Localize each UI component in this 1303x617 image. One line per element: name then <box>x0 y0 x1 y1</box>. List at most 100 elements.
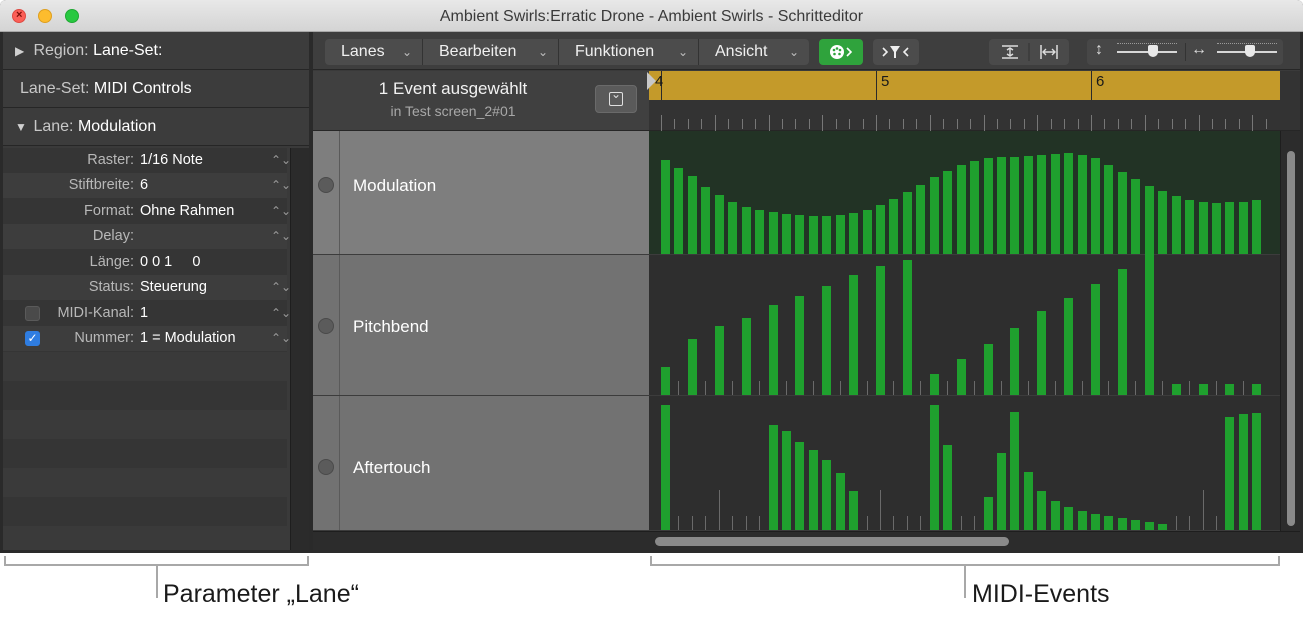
midi-event-bar[interactable] <box>1131 520 1140 530</box>
vertical-scroll-thumb[interactable] <box>1287 151 1295 526</box>
midi-event-bar[interactable] <box>984 497 993 530</box>
lane-events-pitchbend[interactable] <box>649 254 1280 396</box>
stepper-icon[interactable]: ⌃⌄ <box>271 148 291 173</box>
param-status[interactable]: Status: Steuerung ⌃⌄ <box>3 275 291 300</box>
param-value[interactable]: 0 0 1 0 <box>140 250 200 275</box>
vertical-scrollbar[interactable] <box>1280 131 1300 531</box>
midi-event-bar[interactable] <box>742 318 751 395</box>
param-value[interactable]: 1/16 Note <box>140 148 203 173</box>
midi-event-bar[interactable] <box>984 344 993 395</box>
lane-led-icon[interactable] <box>318 177 334 193</box>
lane-led-icon[interactable] <box>318 318 334 334</box>
midi-event-bar[interactable] <box>889 199 898 254</box>
midi-event-bar[interactable] <box>1145 254 1154 395</box>
midi-event-bar[interactable] <box>795 296 804 395</box>
stepper-icon[interactable]: ⌃⌄ <box>271 199 291 224</box>
midi-event-bar[interactable] <box>997 453 1006 530</box>
midi-event-bar[interactable] <box>1091 284 1100 395</box>
midi-event-bar[interactable] <box>1010 328 1019 395</box>
lane-header-modulation[interactable]: Modulation <box>313 131 649 255</box>
midi-event-bar[interactable] <box>1199 384 1208 395</box>
midi-event-bar[interactable] <box>1010 412 1019 530</box>
midi-event-bar[interactable] <box>1145 522 1154 530</box>
param-raster[interactable]: Raster: 1/16 Note ⌃⌄ <box>3 148 291 173</box>
param-stiftbreite[interactable]: Stiftbreite: 6 ⌃⌄ <box>3 173 291 198</box>
midi-event-bar[interactable] <box>1037 311 1046 395</box>
stepper-icon[interactable]: ⌃⌄ <box>271 173 291 198</box>
param-delay[interactable]: Delay: ⌃⌄ <box>3 224 291 249</box>
menu-ansicht[interactable]: Ansicht ⌄ <box>699 39 809 65</box>
region-bar[interactable]: 4 5 6 <box>649 71 1280 100</box>
midi-event-bar[interactable] <box>1104 516 1113 530</box>
filter-button[interactable] <box>873 39 919 65</box>
midi-event-bar[interactable] <box>1172 384 1181 395</box>
param-midikanal[interactable]: MIDI-Kanal: 1 ⌃⌄ <box>3 301 291 326</box>
midi-event-bar[interactable] <box>809 450 818 530</box>
param-value[interactable]: Steuerung <box>140 275 207 300</box>
stepper-icon[interactable]: ⌃⌄ <box>271 224 291 249</box>
midi-in-button[interactable] <box>819 39 863 65</box>
midi-event-bar[interactable] <box>795 442 804 530</box>
midi-event-bar[interactable] <box>943 171 952 254</box>
midi-event-bar[interactable] <box>782 431 791 530</box>
midi-event-bar[interactable] <box>701 187 710 254</box>
midi-event-bar[interactable] <box>1078 511 1087 530</box>
midi-event-bar[interactable] <box>903 192 912 254</box>
midi-event-bar[interactable] <box>930 177 939 254</box>
lane-header-aftertouch[interactable]: Aftertouch <box>313 396 649 531</box>
midi-event-bar[interactable] <box>984 158 993 254</box>
midi-event-bar[interactable] <box>715 326 724 395</box>
midi-event-bar[interactable] <box>849 275 858 395</box>
midi-event-bar[interactable] <box>957 359 966 395</box>
midi-event-bar[interactable] <box>1118 518 1127 530</box>
stepper-icon[interactable]: ⌃⌄ <box>271 326 291 351</box>
horizontal-scrollbar[interactable] <box>313 531 1300 550</box>
menu-lanes[interactable]: Lanes ⌄ <box>325 39 423 65</box>
midi-event-bar[interactable] <box>769 305 778 395</box>
midi-event-bar[interactable] <box>769 212 778 254</box>
midi-event-bar[interactable] <box>1212 203 1221 254</box>
midi-event-bar[interactable] <box>930 405 939 530</box>
midi-event-bar[interactable] <box>1078 155 1087 254</box>
midi-event-bar[interactable] <box>957 165 966 254</box>
param-nummer[interactable]: ✓ Nummer: 1 = Modulation ⌃⌄ <box>3 326 291 351</box>
midi-event-bar[interactable] <box>836 215 845 254</box>
midi-event-bar[interactable] <box>1131 179 1140 254</box>
vertical-zoom-slider[interactable] <box>1117 51 1177 53</box>
midi-event-bar[interactable] <box>1064 507 1073 530</box>
midi-event-bar[interactable] <box>1064 153 1073 254</box>
midi-event-bar[interactable] <box>822 216 831 254</box>
midi-event-bar[interactable] <box>1199 202 1208 254</box>
midi-event-bar[interactable] <box>943 445 952 530</box>
midi-event-bar[interactable] <box>863 210 872 254</box>
midi-event-bar[interactable] <box>997 157 1006 254</box>
midi-event-bar[interactable] <box>1239 202 1248 254</box>
midi-event-bar[interactable] <box>930 374 939 395</box>
midi-event-bar[interactable] <box>755 210 764 254</box>
midi-event-bar[interactable] <box>1225 417 1234 530</box>
midi-event-bar[interactable] <box>1252 384 1261 395</box>
playhead-marker[interactable] <box>647 72 656 90</box>
param-value[interactable]: Ohne Rahmen <box>140 199 234 224</box>
lane-events-modulation[interactable] <box>649 131 1280 255</box>
midi-event-bar[interactable] <box>782 214 791 254</box>
param-format[interactable]: Format: Ohne Rahmen ⌃⌄ <box>3 199 291 224</box>
midi-event-bar[interactable] <box>1104 165 1113 254</box>
midi-event-bar[interactable] <box>1091 158 1100 254</box>
midi-event-bar[interactable] <box>1091 514 1100 530</box>
midi-event-bar[interactable] <box>769 425 778 530</box>
midi-event-bar[interactable] <box>822 460 831 530</box>
midi-event-bar[interactable] <box>1037 155 1046 254</box>
midi-event-bar[interactable] <box>849 491 858 530</box>
midi-event-bar[interactable] <box>1037 491 1046 530</box>
midi-event-bar[interactable] <box>876 205 885 254</box>
horizontal-scroll-thumb[interactable] <box>655 537 1009 546</box>
midi-event-bar[interactable] <box>661 367 670 395</box>
param-value[interactable]: 1 = Modulation <box>140 326 236 351</box>
midi-event-bar[interactable] <box>1010 157 1019 254</box>
midi-event-bar[interactable] <box>1024 156 1033 254</box>
param-value[interactable]: 6 <box>140 173 148 198</box>
midi-event-bar[interactable] <box>1225 202 1234 254</box>
midi-event-bar[interactable] <box>1024 472 1033 530</box>
lane-events-aftertouch[interactable] <box>649 396 1280 531</box>
